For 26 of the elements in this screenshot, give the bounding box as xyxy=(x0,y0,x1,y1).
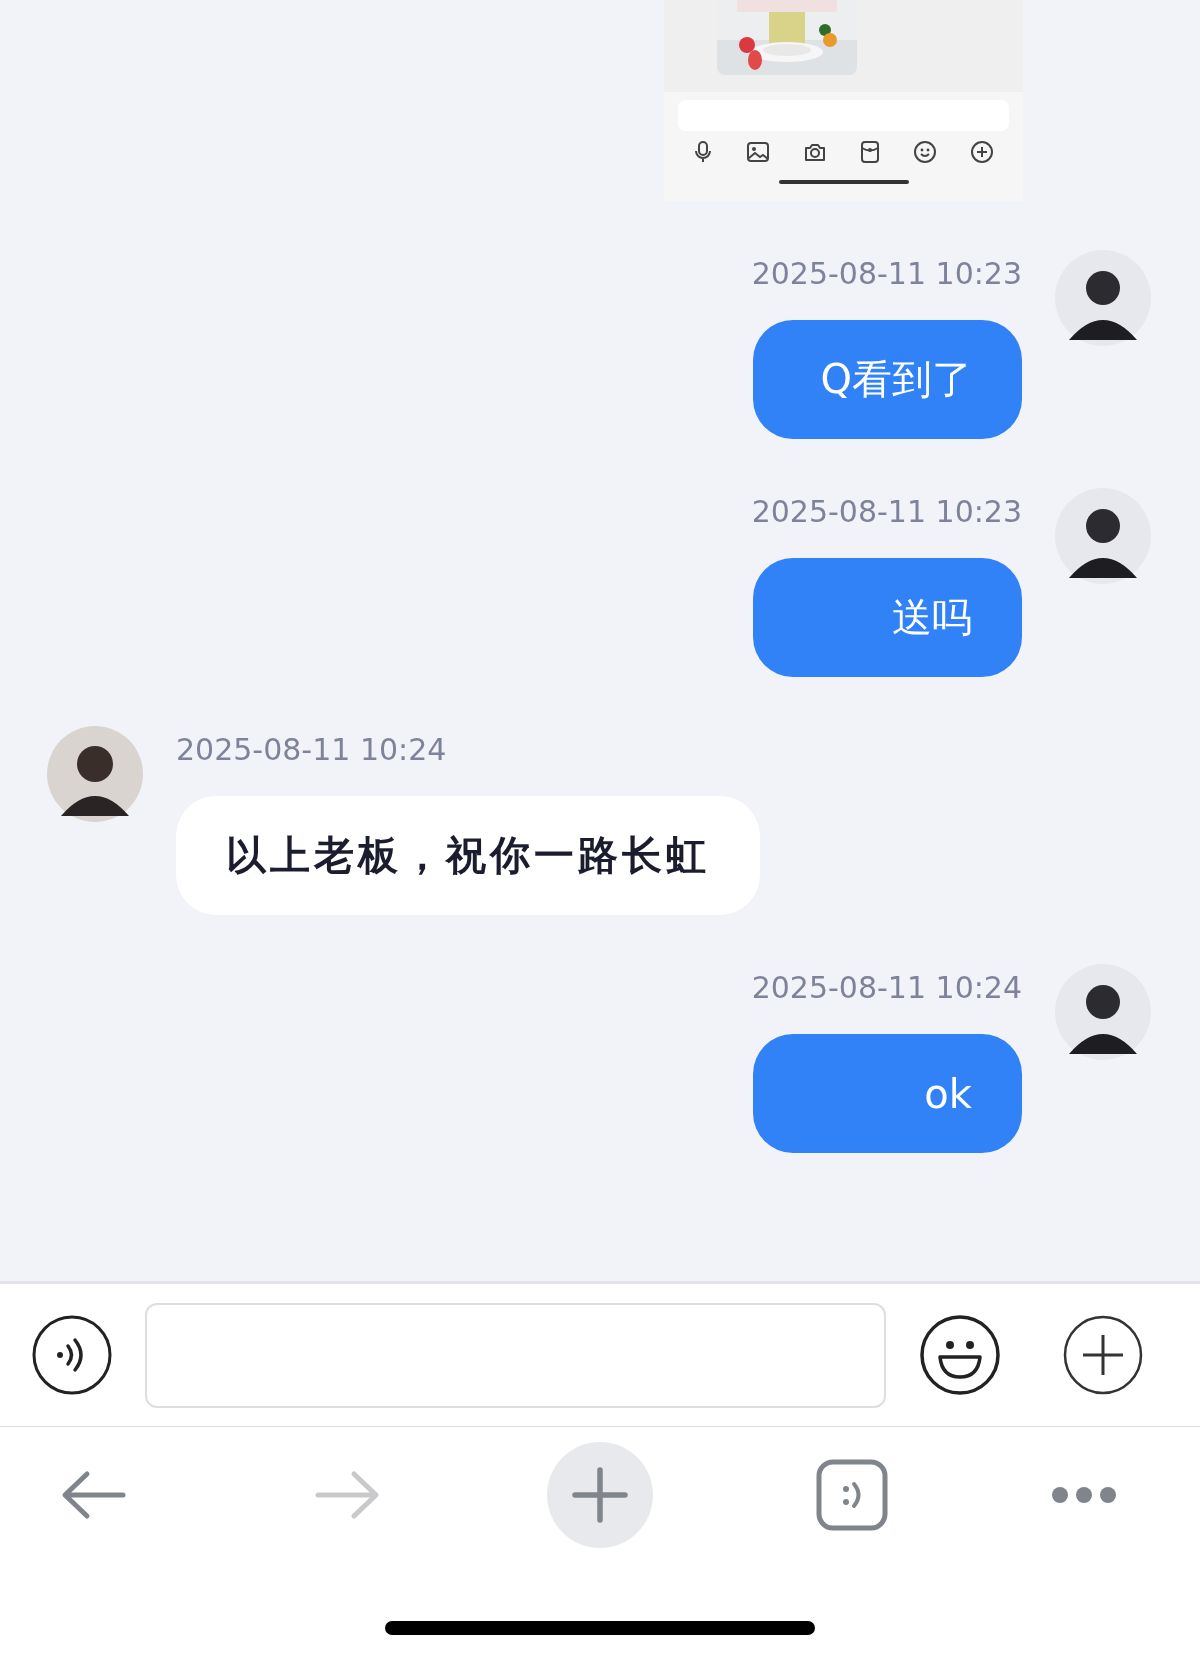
message-time: 2025-08-11 10:24 xyxy=(176,731,447,769)
avatar[interactable] xyxy=(47,726,143,822)
envelope-icon xyxy=(861,141,880,163)
tabs-icon[interactable] xyxy=(816,1459,888,1531)
message-bubble: Q看到了 xyxy=(753,320,1022,439)
avatar[interactable] xyxy=(1055,250,1151,346)
image-icon xyxy=(746,142,769,162)
add-icon[interactable] xyxy=(1063,1315,1143,1395)
message-time: 2025-08-11 10:24 xyxy=(751,969,1022,1007)
avatar[interactable] xyxy=(1055,488,1151,584)
microphone-icon xyxy=(693,141,712,163)
message-bubble: 以上老板，祝你一路长虹 xyxy=(176,796,760,915)
emoji-icon[interactable] xyxy=(920,1315,1000,1395)
add-icon xyxy=(971,141,994,163)
smiley-icon xyxy=(914,141,937,163)
avatar[interactable] xyxy=(1055,964,1151,1060)
new-tab-button[interactable] xyxy=(547,1442,653,1548)
message-bubble: ok xyxy=(753,1034,1022,1153)
more-icon[interactable] xyxy=(1051,1486,1117,1504)
voice-icon[interactable] xyxy=(32,1315,112,1395)
message-time: 2025-08-11 10:23 xyxy=(751,255,1022,293)
message-input[interactable] xyxy=(145,1302,886,1408)
camera-icon xyxy=(803,142,826,162)
message-bubble: 送吗 xyxy=(753,558,1022,677)
message-time: 2025-08-11 10:23 xyxy=(751,493,1022,531)
back-icon[interactable] xyxy=(61,1470,127,1520)
